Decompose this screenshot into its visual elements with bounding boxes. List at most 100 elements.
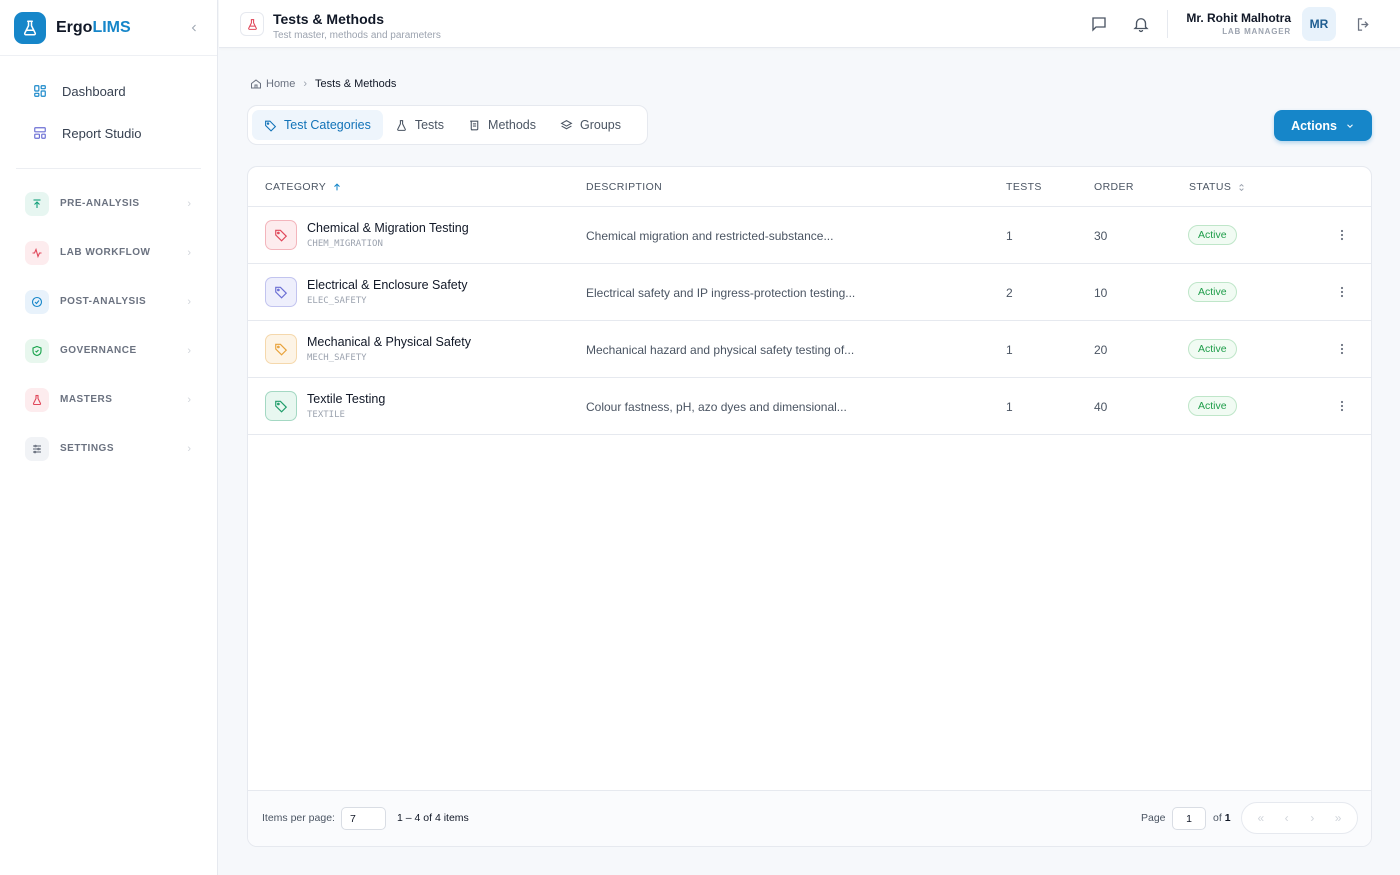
more-vertical-icon — [1340, 229, 1344, 241]
sidebar-group-post-analysis[interactable]: POST-ANALYSIS › — [0, 277, 217, 326]
column-header-category[interactable]: CATEGORY — [265, 181, 342, 193]
tab-tests[interactable]: Tests — [383, 110, 456, 140]
tab-groups[interactable]: Groups — [548, 110, 633, 140]
logout-button[interactable] — [1353, 14, 1373, 34]
sidebar-group-label: PRE-ANALYSIS — [60, 198, 140, 209]
category-name[interactable]: Mechanical & Physical Safety — [307, 335, 471, 349]
chevron-right-icon: › — [187, 295, 191, 308]
category-name[interactable]: Electrical & Enclosure Safety — [307, 278, 468, 292]
row-menu-button[interactable] — [1335, 227, 1349, 243]
sidebar-item-report-studio[interactable]: Report Studio — [0, 112, 217, 154]
sidebar-group-settings[interactable]: SETTINGS › — [0, 424, 217, 473]
home-icon[interactable] — [250, 78, 262, 90]
category-order: 40 — [1094, 400, 1108, 414]
chevron-down-icon — [1347, 123, 1353, 128]
tag-icon — [265, 220, 297, 250]
scroll-icon — [470, 120, 479, 130]
pager: « ‹ › » — [1241, 802, 1358, 834]
status-badge: Active — [1188, 225, 1237, 245]
table-row[interactable]: Electrical & Enclosure Safety ELEC_SAFET… — [248, 264, 1371, 321]
chevron-right-icon: › — [187, 442, 191, 455]
category-order: 20 — [1094, 343, 1108, 357]
bell-icon — [1133, 18, 1149, 33]
next-page-icon[interactable]: › — [1302, 811, 1322, 825]
first-page-icon[interactable]: « — [1251, 811, 1271, 825]
header-divider — [1167, 10, 1168, 38]
category-order: 30 — [1094, 229, 1108, 243]
top-header: Tests & Methods Test master, methods and… — [219, 0, 1400, 48]
table-row[interactable]: Mechanical & Physical Safety MECH_SAFETY… — [248, 321, 1371, 378]
chevron-right-icon: › — [187, 344, 191, 357]
sidebar-item-dashboard[interactable]: Dashboard — [0, 70, 217, 112]
tab-methods[interactable]: Methods — [456, 110, 548, 140]
sidebar-group-label: GOVERNANCE — [60, 345, 137, 356]
status-badge: Active — [1188, 282, 1237, 302]
activity-icon — [25, 240, 49, 265]
avatar[interactable]: MR — [1302, 7, 1336, 41]
sidebar-group-governance[interactable]: GOVERNANCE › — [0, 326, 217, 375]
page-number-input[interactable]: 1 — [1172, 807, 1206, 830]
flask-icon — [396, 119, 406, 131]
breadcrumb-home[interactable]: Home — [266, 78, 295, 90]
sidebar-group-masters[interactable]: MASTERS › — [0, 375, 217, 424]
category-code: TEXTILE — [307, 410, 345, 420]
items-per-page-input[interactable]: 7 — [341, 807, 386, 830]
category-code: ELEC_SAFETY — [307, 296, 367, 306]
tab-test-categories[interactable]: Test Categories — [252, 110, 383, 140]
more-vertical-icon — [1340, 343, 1344, 355]
collapse-sidebar-button[interactable] — [185, 19, 203, 37]
tab-label: Groups — [580, 118, 621, 132]
column-header-order: ORDER — [1094, 181, 1134, 193]
dashboard-icon — [34, 85, 46, 97]
tab-label: Test Categories — [284, 118, 371, 132]
flask-icon — [25, 387, 49, 412]
sort-ascending-icon — [334, 183, 341, 191]
flask-icon — [240, 12, 264, 36]
previous-page-icon[interactable]: ‹ — [1277, 811, 1297, 825]
range-text: 1 – 4 of 4 items — [397, 812, 469, 824]
row-menu-button[interactable] — [1335, 398, 1349, 414]
category-name[interactable]: Chemical & Migration Testing — [307, 221, 469, 235]
total-pages: of 1 — [1213, 812, 1231, 824]
status-badge: Active — [1188, 339, 1237, 359]
category-order: 10 — [1094, 286, 1108, 300]
page-title: Tests & Methods — [273, 11, 384, 27]
row-menu-button[interactable] — [1335, 341, 1349, 357]
page-subtitle: Test master, methods and parameters — [273, 30, 441, 41]
layers-icon — [560, 119, 573, 129]
sidebar-group-label: SETTINGS — [60, 443, 115, 454]
tab-bar: Test Categories Tests Methods Groups — [247, 105, 648, 145]
actions-button[interactable]: Actions — [1274, 110, 1372, 141]
more-vertical-icon — [1340, 286, 1344, 298]
sidebar-item-label: Report Studio — [62, 125, 142, 141]
last-page-icon[interactable]: » — [1328, 811, 1348, 825]
breadcrumb: Home › Tests & Methods — [250, 78, 396, 90]
tag-icon — [265, 120, 277, 132]
check-circle-icon — [25, 289, 49, 314]
column-header-status[interactable]: STATUS — [1189, 181, 1246, 193]
arrow-up-icon — [25, 191, 49, 216]
category-description: Electrical safety and IP ingress-protect… — [586, 286, 856, 300]
table-footer: Items per page: 7 1 – 4 of 4 items Page … — [248, 790, 1371, 846]
category-name[interactable]: Textile Testing — [307, 392, 385, 406]
table-row[interactable]: Chemical & Migration Testing CHEM_MIGRAT… — [248, 207, 1371, 264]
sidebar-group-pre-analysis[interactable]: PRE-ANALYSIS › — [0, 179, 217, 228]
notifications-button[interactable] — [1131, 14, 1151, 34]
chevron-right-icon: › — [187, 246, 191, 259]
table-row[interactable]: Textile Testing TEXTILE Colour fastness,… — [248, 378, 1371, 435]
row-menu-button[interactable] — [1335, 284, 1349, 300]
flask-logo-icon[interactable] — [14, 11, 46, 44]
table-header: CATEGORY DESCRIPTION TESTS ORDER STATUS — [248, 167, 1371, 207]
category-description: Chemical migration and restricted-substa… — [586, 229, 834, 243]
categories-table: CATEGORY DESCRIPTION TESTS ORDER STATUS … — [247, 166, 1372, 847]
sidebar-group-lab-workflow[interactable]: LAB WORKFLOW › — [0, 228, 217, 277]
sidebar: ErgoLIMS Dashboard Report Studio PRE-ANA… — [0, 0, 218, 875]
breadcrumb-current: Tests & Methods — [315, 78, 397, 90]
report-icon — [34, 127, 46, 139]
category-tests-count: 1 — [1006, 229, 1013, 243]
message-icon — [1092, 17, 1106, 32]
sidebar-group-label: MASTERS — [60, 394, 113, 405]
messages-button[interactable] — [1089, 14, 1109, 34]
tag-icon — [265, 334, 297, 364]
tag-icon — [265, 277, 297, 307]
